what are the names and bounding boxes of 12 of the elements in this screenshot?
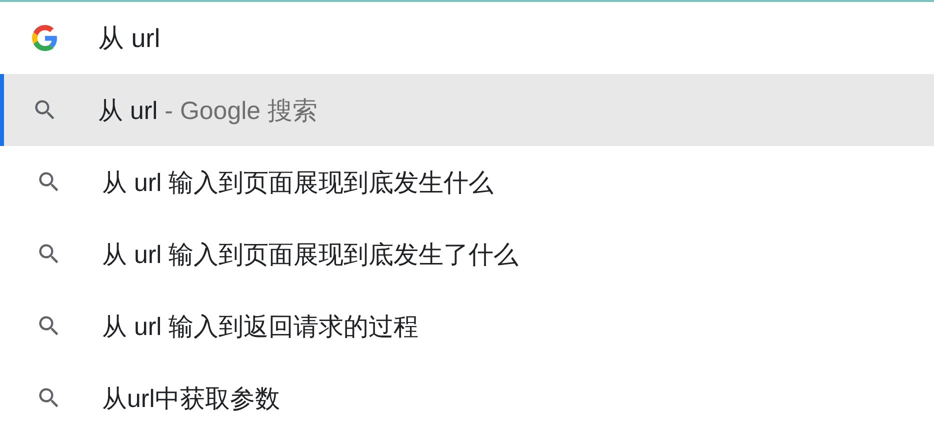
suggestion-text: 从 url 输入到页面展现到底发生了什么 bbox=[102, 240, 519, 270]
suggestion-item[interactable]: 从 url 输入到页面展现到底发生什么 bbox=[0, 146, 934, 218]
google-logo-icon bbox=[32, 25, 58, 51]
search-field[interactable]: 从 url bbox=[98, 22, 798, 54]
suggestion-item[interactable]: 从 url 输入到返回请求的过程 bbox=[0, 290, 934, 362]
suggestion-text: 从 url 输入到页面展现到底发生什么 bbox=[102, 168, 494, 198]
suggestion-item[interactable]: 从url中获取参数 bbox=[0, 362, 934, 434]
suggestion-text: 从url中获取参数 bbox=[102, 384, 280, 414]
suggestion-text: 从 url - Google 搜索 bbox=[98, 96, 318, 126]
suggestion-item[interactable]: 从 url 输入到页面展现到底发生了什么 bbox=[0, 218, 934, 290]
suggestion-text: 从 url 输入到返回请求的过程 bbox=[102, 312, 419, 342]
suggestion-item[interactable]: 从 url - Google 搜索 bbox=[0, 74, 934, 146]
